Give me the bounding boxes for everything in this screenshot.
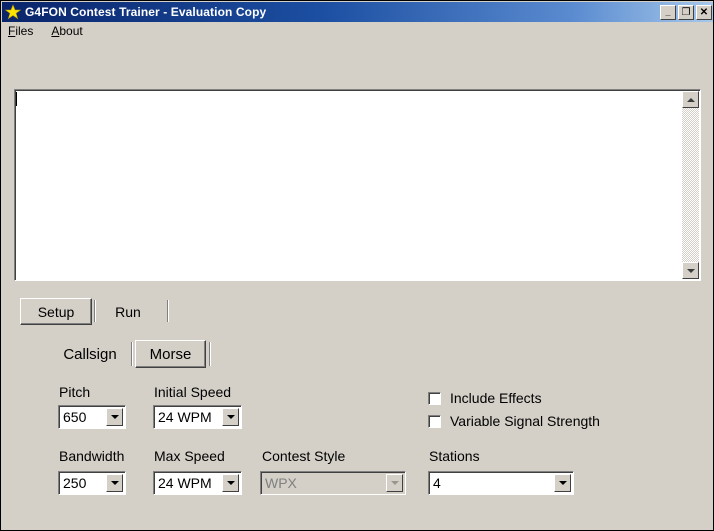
pitch-combo[interactable]: 650 bbox=[58, 405, 126, 429]
contest-style-value: WPX bbox=[265, 475, 297, 491]
close-icon: ✕ bbox=[699, 6, 709, 18]
star-icon bbox=[5, 4, 21, 20]
include-effects-checkbox[interactable] bbox=[428, 391, 441, 405]
menu-bar: Files About bbox=[2, 22, 713, 40]
include-effects-checkbox-row[interactable]: Include Effects bbox=[428, 390, 542, 406]
subtab-callsign-label: Callsign bbox=[63, 345, 117, 363]
subtab-separator-2 bbox=[209, 342, 211, 366]
maximize-button[interactable]: ❐ bbox=[678, 4, 694, 20]
initial-speed-combo[interactable]: 24 WPM bbox=[153, 405, 242, 429]
menu-item-about[interactable]: About bbox=[51, 24, 82, 38]
pitch-dropdown-arrow-icon[interactable] bbox=[106, 408, 123, 426]
bandwidth-dropdown-arrow-icon[interactable] bbox=[106, 474, 123, 492]
output-text-area[interactable] bbox=[14, 89, 701, 281]
variable-signal-strength-label: Variable Signal Strength bbox=[450, 413, 600, 429]
vertical-scrollbar[interactable] bbox=[682, 91, 699, 279]
subtab-morse[interactable]: Morse bbox=[135, 340, 206, 368]
bandwidth-label: Bandwidth bbox=[59, 448, 125, 464]
scroll-up-arrow-icon[interactable] bbox=[682, 91, 699, 108]
main-tab-strip: Setup Run bbox=[15, 298, 695, 326]
output-text-content[interactable] bbox=[17, 92, 681, 278]
variable-signal-strength-checkbox-row[interactable]: Variable Signal Strength bbox=[428, 413, 600, 429]
menu-files-label: iles bbox=[15, 24, 34, 38]
max-speed-label: Max Speed bbox=[154, 448, 225, 464]
max-speed-combo[interactable]: 24 WPM bbox=[153, 471, 242, 495]
stations-label: Stations bbox=[429, 448, 480, 464]
stations-dropdown-arrow-icon[interactable] bbox=[554, 474, 571, 492]
minimize-button[interactable]: _ bbox=[660, 4, 676, 20]
variable-signal-strength-checkbox[interactable] bbox=[428, 414, 441, 428]
max-speed-dropdown-arrow-icon[interactable] bbox=[222, 474, 239, 492]
pitch-value: 650 bbox=[63, 409, 87, 425]
tab-setup[interactable]: Setup bbox=[20, 298, 92, 325]
minimize-icon: _ bbox=[665, 6, 671, 17]
tab-separator-1 bbox=[94, 300, 96, 322]
tab-run[interactable]: Run bbox=[103, 298, 153, 325]
maximize-icon: ❐ bbox=[681, 6, 691, 18]
subtab-separator-1 bbox=[131, 342, 133, 366]
contest-style-dropdown-arrow-icon[interactable] bbox=[386, 474, 403, 492]
contest-style-label: Contest Style bbox=[262, 448, 346, 464]
window-title: G4FON Contest Trainer - Evaluation Copy bbox=[25, 5, 267, 19]
stations-value: 4 bbox=[433, 475, 441, 491]
stations-combo[interactable]: 4 bbox=[428, 471, 574, 495]
tab-run-label: Run bbox=[115, 303, 141, 320]
include-effects-label: Include Effects bbox=[450, 390, 542, 406]
menu-item-files[interactable]: Files bbox=[8, 24, 33, 38]
close-button[interactable]: ✕ bbox=[696, 4, 712, 20]
initial-speed-dropdown-arrow-icon[interactable] bbox=[222, 408, 239, 426]
tab-setup-label: Setup bbox=[37, 303, 75, 320]
sub-tab-strip: Callsign Morse bbox=[46, 340, 446, 370]
contest-style-combo[interactable]: WPX bbox=[260, 471, 406, 495]
initial-speed-label: Initial Speed bbox=[154, 384, 232, 400]
bandwidth-value: 250 bbox=[63, 475, 87, 491]
application-window: G4FON Contest Trainer - Evaluation Copy … bbox=[0, 0, 714, 531]
window-controls: _ ❐ ✕ bbox=[660, 4, 712, 20]
subtab-callsign[interactable]: Callsign bbox=[51, 340, 129, 368]
max-speed-value: 24 WPM bbox=[158, 475, 212, 491]
pitch-label: Pitch bbox=[59, 384, 91, 400]
bandwidth-combo[interactable]: 250 bbox=[58, 471, 126, 495]
subtab-morse-label: Morse bbox=[149, 345, 192, 363]
text-caret bbox=[16, 92, 17, 106]
title-bar: G4FON Contest Trainer - Evaluation Copy … bbox=[2, 2, 713, 22]
initial-speed-value: 24 WPM bbox=[158, 409, 212, 425]
scroll-down-arrow-icon[interactable] bbox=[682, 262, 699, 279]
menu-about-label: bout bbox=[59, 24, 83, 38]
tab-separator-2 bbox=[167, 300, 169, 322]
